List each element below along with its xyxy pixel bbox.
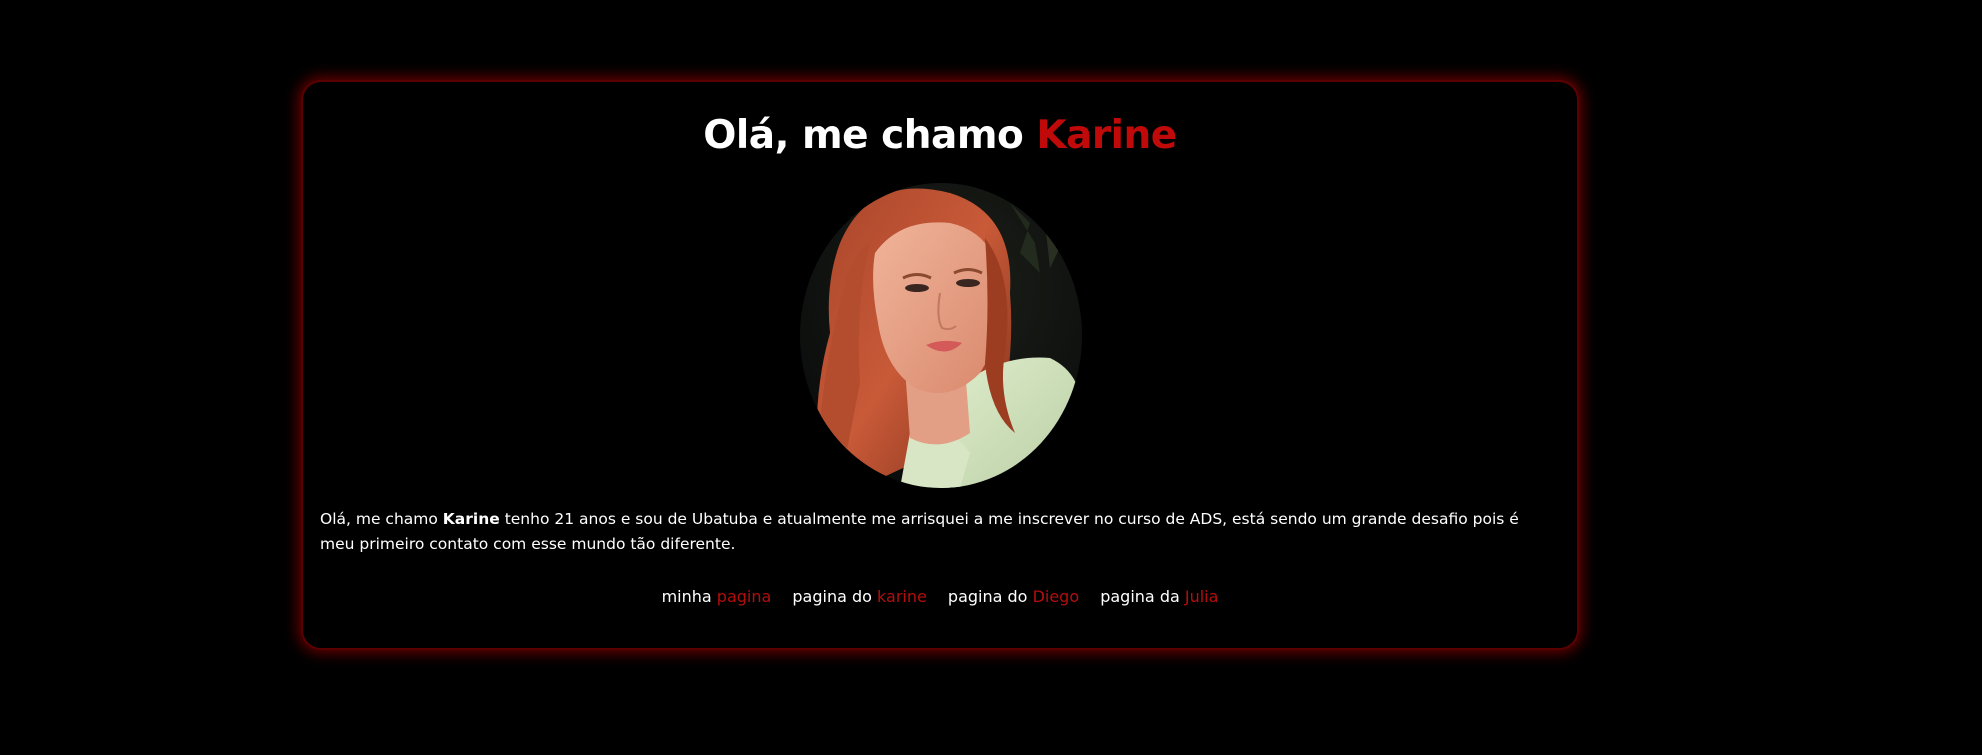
link-accent: karine — [877, 587, 927, 606]
title-name: Karine — [1036, 113, 1177, 158]
link-prefix: pagina da — [1100, 587, 1180, 606]
link-pagina-karine[interactable]: pagina do karine — [792, 586, 926, 608]
title-prefix: Olá, me chamo — [703, 113, 1024, 158]
bio-text-start: Olá, me chamo — [320, 510, 443, 528]
page-title: Olá, me chamo Karine — [303, 108, 1577, 164]
link-accent: Julia — [1184, 587, 1219, 606]
bio-name: Karine — [442, 510, 500, 528]
link-prefix: pagina do — [947, 587, 1028, 606]
portrait-photo-icon — [800, 183, 1082, 488]
link-pagina-diego[interactable]: pagina do Diego — [948, 586, 1079, 608]
profile-card: Olá, me chamo Karine Olá, me chamo Karin… — [301, 80, 1579, 650]
link-accent: pagina — [716, 587, 772, 606]
link-prefix: minha — [661, 587, 712, 606]
page-links: minha pagina pagina do karine pagina do … — [303, 586, 1577, 608]
link-prefix: pagina do — [792, 587, 872, 606]
profile-photo — [800, 183, 1082, 488]
link-accent: Diego — [1032, 587, 1080, 606]
bio-text-end: tenho 21 anos e sou de Ubatuba e atualme… — [320, 510, 1519, 553]
link-pagina-julia[interactable]: pagina da Julia — [1100, 586, 1218, 608]
bio-paragraph: Olá, me chamo Karine tenho 21 anos e sou… — [320, 507, 1553, 557]
link-minha-pagina[interactable]: minha pagina — [662, 586, 772, 608]
